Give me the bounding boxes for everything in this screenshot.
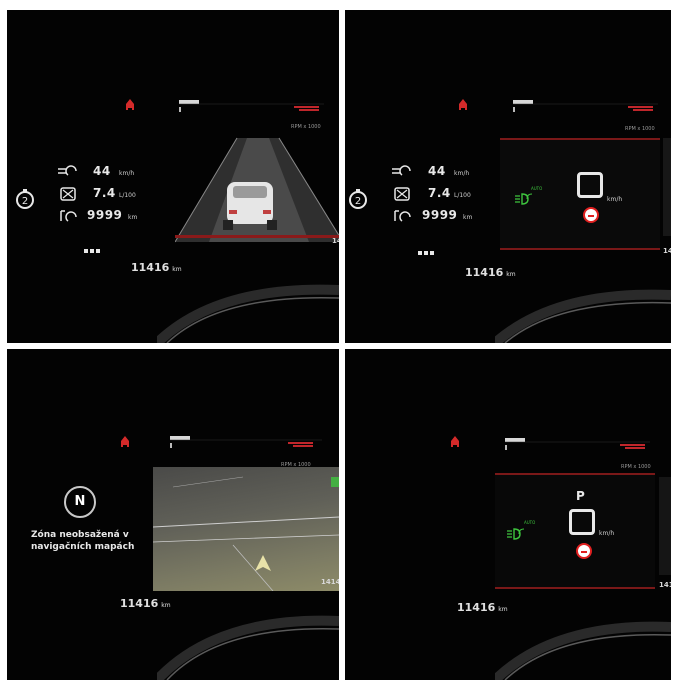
range-value: 9999 [87, 208, 123, 222]
speed-limit-unit: km/h [607, 196, 623, 203]
rpm-label: RPM x 1000 [621, 464, 651, 470]
panel-navigation: RPM x 1000 1414 N Zóna neobsažená v navi… [7, 349, 339, 680]
odometer: 11416 km [465, 266, 516, 279]
compass-icon: N [64, 486, 96, 518]
no-entry-icon [576, 543, 592, 559]
gear-indicator: P [576, 489, 585, 503]
road-view [175, 137, 339, 243]
nav-message-line1: Zóna neobsažená v [31, 530, 129, 540]
red-car-icon [459, 99, 467, 110]
rpm-gauge [513, 100, 658, 112]
speed-value: 44 [428, 164, 446, 178]
odometer: 11416 km [131, 261, 182, 274]
cruise-speed-icon [58, 165, 77, 176]
speed-value: 44 [93, 164, 111, 178]
panel-trip-computer: RPM x 1000 1414 2 44 km/h 7.4 L/100 9999… [7, 10, 339, 343]
side-number: 1414 [321, 578, 339, 586]
page-dots [418, 240, 436, 259]
odometer: 11416 km [457, 601, 508, 614]
speed-limit-unit: km/h [599, 530, 615, 537]
range-value: 9999 [422, 208, 458, 222]
right-edge [659, 477, 671, 575]
rpm-gauge [505, 438, 650, 450]
side-number: 1414 [659, 581, 671, 589]
consumption-value: 7.4 [428, 186, 451, 200]
speed-unit: km/h [119, 170, 135, 177]
speed-limit-sign [569, 509, 595, 535]
range-icon [394, 210, 411, 222]
navigation-map [153, 467, 339, 591]
speed-unit: km/h [454, 170, 470, 177]
panel-speed-limit: RPM x 1000 AUTO km/h 2 44 km/h 7.4 L/100… [345, 10, 671, 343]
steering-wheel [495, 621, 671, 680]
cruise-speed-icon [392, 165, 411, 176]
right-edge [663, 138, 671, 236]
steering-wheel [157, 284, 339, 343]
svg-text:2: 2 [355, 196, 361, 207]
steering-wheel [157, 615, 339, 680]
rpm-gauge [170, 436, 322, 448]
range-unit: km [463, 214, 473, 221]
auto-badge: AUTO [524, 520, 536, 525]
stopwatch-icon: 2 [16, 189, 34, 209]
consumption-unit: L/100 [119, 192, 136, 199]
svg-text:2: 2 [22, 196, 28, 207]
auto-headlight-icon [515, 193, 533, 205]
speed-limit-sign [577, 172, 603, 198]
red-car-icon [451, 436, 459, 447]
red-car-icon [126, 99, 134, 110]
side-number: 1414 [332, 237, 339, 245]
range-icon [60, 210, 77, 222]
rpm-label: RPM x 1000 [625, 126, 655, 132]
auto-headlight-icon [507, 528, 525, 540]
red-car-icon [121, 436, 129, 447]
nav-arrow-icon [255, 555, 271, 571]
rpm-gauge [179, 100, 324, 112]
side-number: 1414 [663, 247, 671, 255]
stopwatch-icon: 2 [349, 189, 367, 209]
vehicle-icon [223, 182, 277, 230]
no-entry-icon [583, 207, 599, 223]
steering-wheel [495, 289, 671, 343]
odometer: 11416 km [120, 597, 171, 610]
fuel-icon [394, 187, 410, 201]
fuel-icon [60, 187, 76, 201]
page-dots [84, 238, 102, 257]
consumption-value: 7.4 [93, 186, 116, 200]
panel-gear: RPM x 1000 P AUTO km/h 1414 11416km [345, 349, 671, 680]
nav-message-line2: navigačních mapách [31, 542, 135, 552]
auto-badge: AUTO [531, 186, 543, 191]
range-unit: km [128, 214, 138, 221]
consumption-unit: L/100 [454, 192, 471, 199]
